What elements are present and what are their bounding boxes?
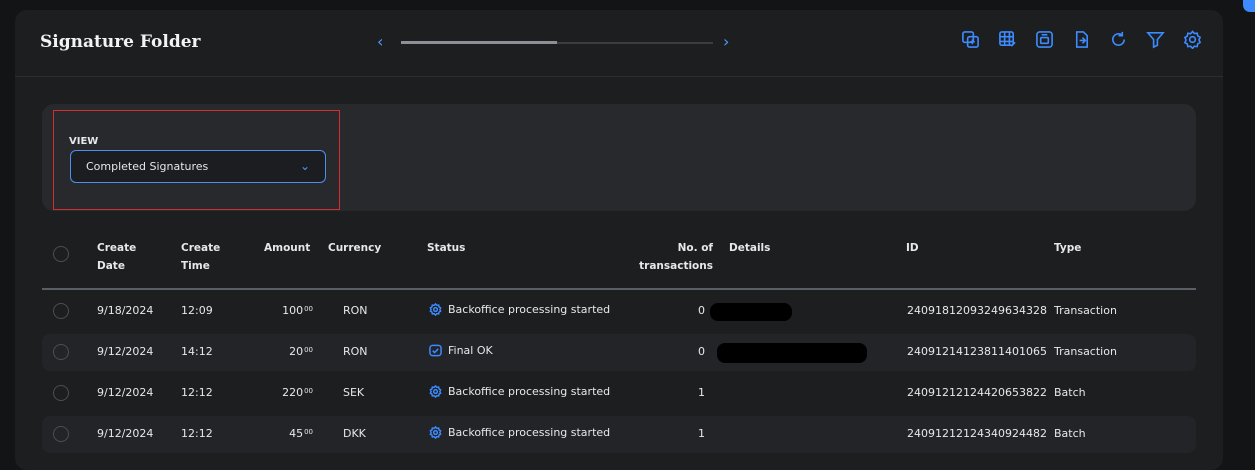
export-icon[interactable] [1070,28,1092,50]
cell-date: 9/12/2024 [97,427,154,440]
scrollbar-thumb[interactable] [401,41,557,44]
cell-currency: RON [343,304,368,317]
col-currency[interactable]: Currency [328,239,381,257]
col-status[interactable]: Status [427,239,465,257]
col-transactions[interactable]: No. of transactions [628,239,713,275]
amount-cents: 00 [304,387,313,395]
status-text: Backoffice processing started [448,303,611,316]
cell-amount: 10000 [253,304,313,317]
cell-amount: 22000 [253,386,313,399]
cell-time: 12:09 [181,304,213,317]
header-divider [42,288,1196,290]
status-text: Backoffice processing started [448,426,611,439]
cell-status: Final OK [429,344,493,357]
col-id[interactable]: ID [906,239,919,257]
cell-time: 12:12 [181,386,213,399]
amount-value: 100 [282,304,304,317]
scroll-right-button[interactable]: › [723,32,729,51]
amount-cents: 00 [304,305,313,313]
horizontal-scrollbar[interactable] [401,41,713,44]
row-select-radio[interactable] [53,344,69,360]
table-row[interactable]: 9/12/2024 14:12 2000 RON Final OK 0 2409… [42,334,1196,371]
view-filter-card: VIEW Completed Signatures ⌄ [42,104,1196,211]
cell-status: Backoffice processing started [429,303,610,316]
cell-date: 9/18/2024 [97,304,154,317]
panel-header: Signature Folder ‹ › [15,10,1223,77]
amount-value: 45 [289,427,304,440]
gear-icon [429,303,442,316]
cell-type: Batch [1054,386,1086,399]
table-row[interactable]: 9/18/2024 12:09 10000 RON Backoffice pro… [42,293,1196,330]
cell-currency: RON [343,345,368,358]
copy-icon[interactable] [959,28,981,50]
redacted-details [717,343,867,363]
cell-type: Transaction [1054,345,1117,358]
print-icon[interactable] [1033,28,1055,50]
cell-date: 9/12/2024 [97,386,154,399]
amount-cents: 00 [304,428,313,436]
table-header: Create Date Create Time Amount Currency … [42,235,1196,290]
toolbar [959,28,1203,50]
select-all-radio[interactable] [53,246,69,262]
col-details[interactable]: Details [729,239,770,257]
refresh-icon[interactable] [1107,28,1129,50]
notification-dot [1243,0,1255,12]
amount-cents: 00 [304,346,313,354]
table-row[interactable]: 9/12/2024 12:12 4500 DKK Backoffice proc… [42,416,1196,453]
cell-transactions: 0 [698,304,705,317]
cell-transactions: 1 [698,386,705,399]
cell-transactions: 1 [698,427,705,440]
signature-folder-panel: Signature Folder ‹ › VIEW Completed Sign… [15,10,1223,470]
check-badge-icon [429,344,442,357]
cell-type: Transaction [1054,304,1117,317]
cell-date: 9/12/2024 [97,345,154,358]
row-select-radio[interactable] [53,426,69,442]
cell-currency: DKK [343,427,366,440]
col-amount[interactable]: Amount [264,239,310,257]
gear-icon [429,385,442,398]
cell-transactions: 0 [698,345,705,358]
cell-id: 24091214123811401065 [907,345,1047,358]
status-text: Final OK [448,344,493,357]
page-title: Signature Folder [40,32,201,52]
cell-currency: SEK [343,386,365,399]
cell-status: Backoffice processing started [429,426,610,439]
redacted-details [710,303,792,321]
cell-time: 14:12 [181,345,213,358]
row-select-radio[interactable] [53,385,69,401]
col-create-time[interactable]: Create Time [181,239,220,275]
amount-value: 20 [289,345,304,358]
cell-amount: 2000 [253,345,313,358]
cell-type: Batch [1054,427,1086,440]
cell-id: 24091212124420653822 [907,386,1047,399]
cell-status: Backoffice processing started [429,385,610,398]
settings-icon[interactable] [1181,28,1203,50]
cell-id: 24091812093249634328 [907,304,1047,317]
col-create-date[interactable]: Create Date [97,239,136,275]
view-select[interactable]: Completed Signatures ⌄ [70,150,326,183]
amount-value: 220 [282,386,304,399]
status-text: Backoffice processing started [448,385,611,398]
row-select-radio[interactable] [53,303,69,319]
table-row[interactable]: 9/12/2024 12:12 22000 SEK Backoffice pro… [42,375,1196,412]
cell-amount: 4500 [253,427,313,440]
cell-id: 24091212124340924482 [907,427,1047,440]
scroll-left-button[interactable]: ‹ [377,32,383,51]
table-edit-icon[interactable] [996,28,1018,50]
filter-icon[interactable] [1144,28,1166,50]
chevron-down-icon: ⌄ [299,159,310,173]
col-type[interactable]: Type [1054,239,1081,257]
cell-time: 12:12 [181,427,213,440]
view-select-value: Completed Signatures [86,160,209,173]
gear-icon [429,426,442,439]
view-label: VIEW [69,136,99,147]
